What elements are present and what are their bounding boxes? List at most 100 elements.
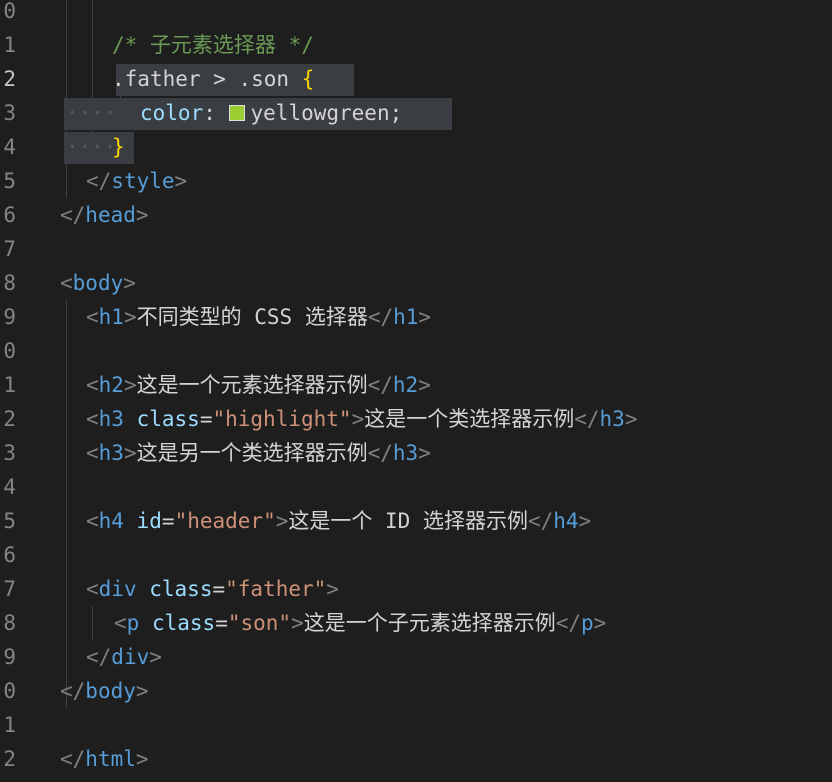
code-token: > — [135, 203, 149, 227]
code-token: h4 — [553, 509, 579, 533]
line-number: 2 — [3, 67, 16, 91]
line-number: 7 — [3, 577, 16, 601]
code-token: /* 子元素选择器 */ — [112, 33, 314, 57]
line-number: 9 — [3, 305, 16, 329]
code-token: "son" — [227, 611, 292, 635]
code-token: </ — [367, 305, 394, 329]
code-token: body — [72, 271, 124, 295]
code-line[interactable]: </html> — [60, 742, 149, 776]
line-number: 2 — [3, 747, 16, 771]
code-token: = — [199, 407, 213, 431]
code-token: > — [135, 679, 149, 703]
code-token: 不同类型的 CSS 选择器 — [136, 305, 368, 329]
code-line[interactable]: </head> — [60, 198, 149, 232]
line-number: 1 — [3, 33, 16, 57]
code-token: h1 — [393, 305, 419, 329]
code-token: = — [212, 577, 226, 601]
code-token: div — [98, 577, 137, 601]
code-token: > — [418, 373, 431, 397]
code-token: h1 — [98, 305, 124, 329]
line-number: 5 — [3, 509, 16, 533]
line-number: 7 — [3, 237, 16, 261]
code-token: < — [114, 611, 127, 635]
line-number: 9 — [3, 645, 16, 669]
code-token: } — [112, 135, 125, 159]
code-token: h3 — [98, 407, 124, 431]
code-token: class — [136, 407, 200, 431]
code-token: : — [203, 101, 229, 125]
code-token: > — [351, 407, 365, 431]
code-line[interactable]: <div class="father"> — [86, 572, 339, 606]
code-token: > — [123, 305, 137, 329]
code-line[interactable]: </style> — [86, 164, 187, 198]
code-token: = — [215, 611, 228, 635]
indent-guide — [92, 606, 93, 640]
code-line[interactable]: <h1>不同类型的 CSS 选择器</h1> — [86, 300, 431, 334]
code-token: </ — [60, 679, 86, 703]
code-token: p — [126, 611, 140, 635]
code-token: > — [123, 441, 137, 465]
code-token: > — [174, 169, 188, 193]
code-token: > — [275, 509, 289, 533]
code-token: 这是一个元素选择器示例 — [136, 373, 368, 397]
whitespace-markers: ···· — [66, 101, 117, 125]
line-number: 6 — [3, 543, 16, 567]
code-token: { — [301, 67, 315, 91]
line-number: 8 — [3, 271, 16, 295]
code-token: p — [581, 611, 594, 635]
code-line[interactable]: /* 子元素选择器 */ — [112, 28, 314, 62]
code-token: > — [593, 611, 607, 635]
code-token: > — [291, 611, 304, 635]
code-token: < — [86, 407, 99, 431]
code-token: h2 — [392, 373, 419, 397]
line-number: 0 — [3, 0, 16, 23]
code-line[interactable]: color: yellowgreen; — [140, 96, 402, 130]
code-token: < — [86, 509, 99, 533]
code-token: html — [85, 747, 136, 771]
line-number: 3 — [3, 441, 16, 465]
code-token: < — [60, 271, 73, 295]
code-line[interactable]: </div> — [86, 640, 162, 674]
code-line[interactable]: <body> — [60, 266, 136, 300]
code-token: > . — [200, 67, 252, 91]
code-token: h2 — [98, 373, 124, 397]
line-number: 2 — [3, 407, 16, 431]
code-token: > — [149, 645, 162, 669]
code-token: > — [123, 373, 137, 397]
code-token: </ — [60, 747, 86, 771]
code-line[interactable]: } — [112, 130, 125, 164]
code-line[interactable]: .father > .son { — [112, 62, 314, 96]
indent-guide — [66, 300, 67, 708]
code-token: > — [578, 509, 592, 533]
code-token: > — [418, 305, 432, 329]
code-token: </ — [574, 407, 600, 431]
code-editor[interactable]: 0 1 2 3 4 5 6 7 8 9 0 1 2 3 4 5 6 7 8 9 0 1 2 ···· ···· /* 子元素选… — [0, 0, 832, 782]
line-number: 6 — [3, 203, 16, 227]
code-token: div — [111, 645, 150, 669]
code-line[interactable]: <h3>这是另一个类选择器示例</h3> — [86, 436, 431, 470]
code-token: </ — [86, 169, 112, 193]
code-line[interactable]: </body> — [60, 674, 149, 708]
line-number: 0 — [3, 679, 16, 703]
code-line[interactable]: <h2>这是一个元素选择器示例</h2> — [86, 368, 431, 402]
code-token: 这是一个子元素选择器示例 — [303, 611, 556, 635]
code-token: </ — [86, 645, 112, 669]
code-token: yellowgreen; — [250, 101, 403, 125]
code-token: father — [124, 67, 201, 91]
code-line[interactable]: <h3 class="highlight">这是一个类选择器示例</h3> — [86, 402, 637, 436]
code-token: </ — [367, 373, 393, 397]
code-token: "header" — [174, 509, 276, 533]
code-token: > — [135, 747, 149, 771]
color-swatch-icon[interactable] — [228, 105, 245, 121]
code-line[interactable]: <h4 id="header">这是一个 ID 选择器示例</h4> — [86, 504, 591, 538]
line-number: 0 — [3, 339, 16, 363]
code-token: style — [111, 169, 175, 193]
code-token: </ — [367, 441, 393, 465]
code-token: class — [151, 611, 216, 635]
code-token: h3 — [98, 441, 124, 465]
code-token: id — [136, 509, 162, 533]
code-line[interactable]: <p class="son">这是一个子元素选择器示例</p> — [114, 606, 606, 640]
